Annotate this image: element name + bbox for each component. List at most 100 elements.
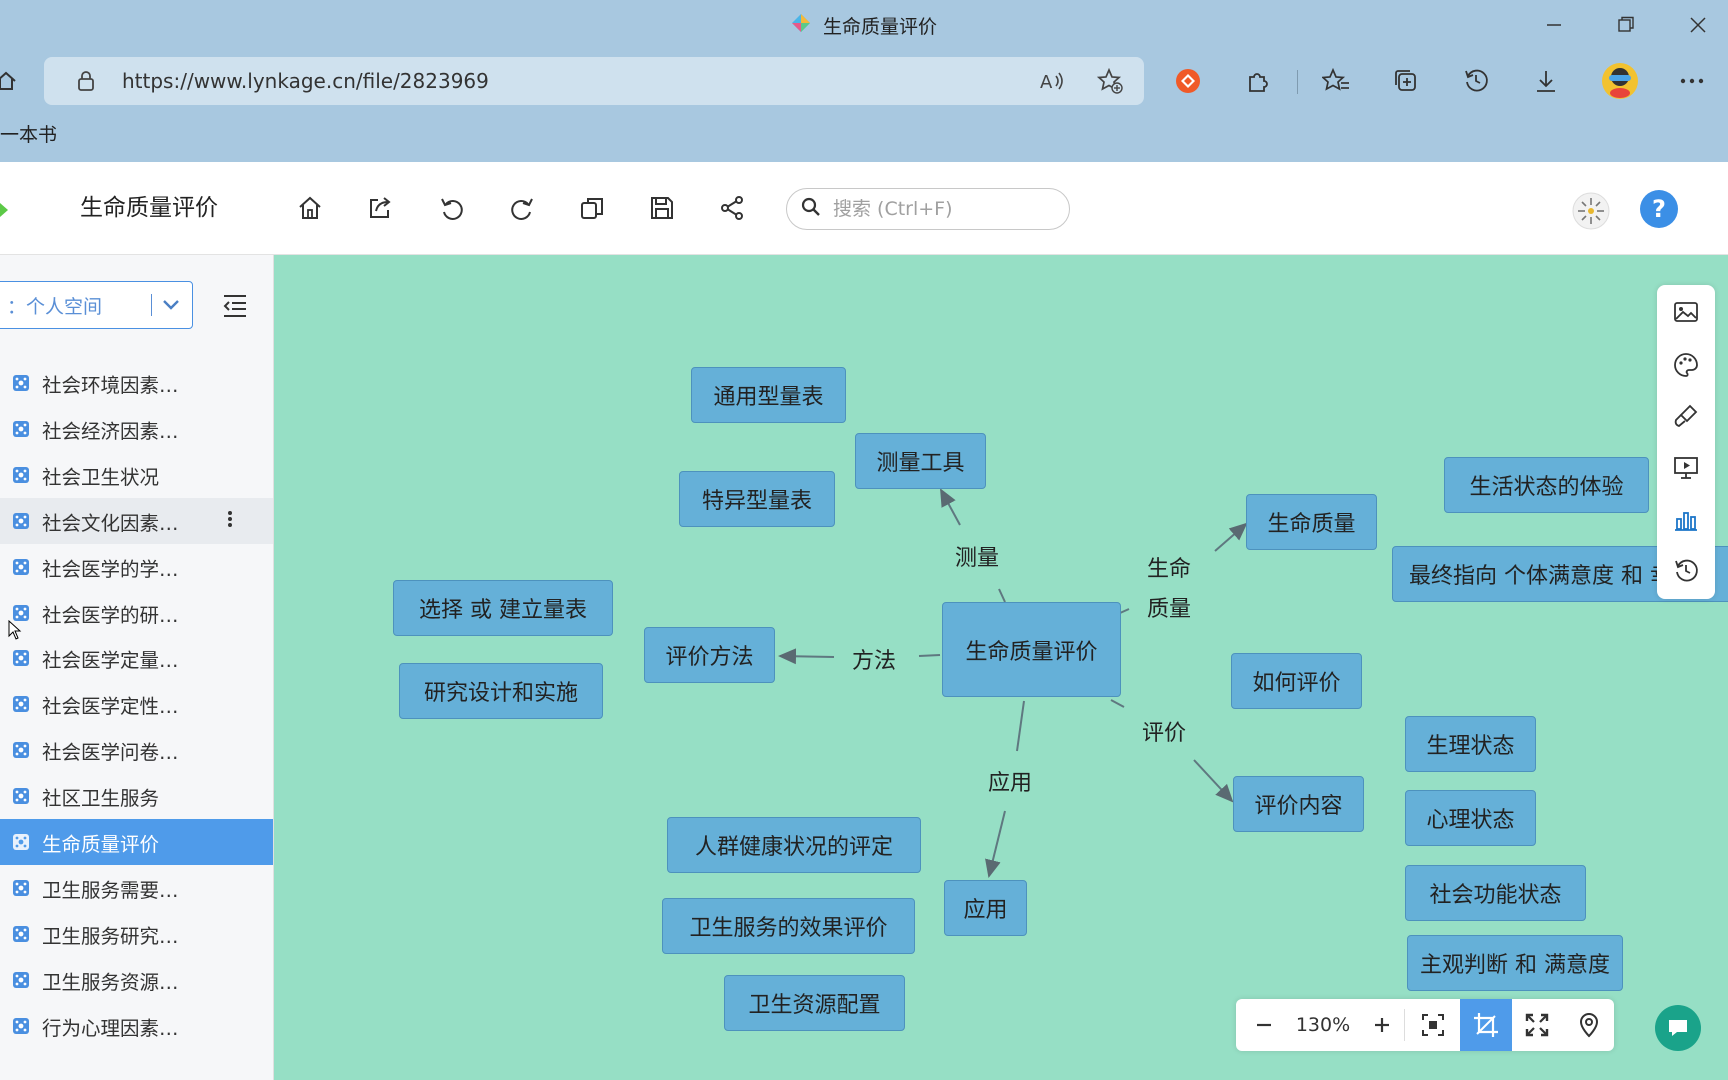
sidebar-file-item[interactable]: 社会医学的研…: [0, 590, 273, 636]
mindmap-file-icon: [12, 420, 30, 438]
zoom-in-icon[interactable]: [1362, 999, 1402, 1051]
mindmap-node[interactable]: 卫生服务的效果评价: [662, 898, 915, 954]
favorites-icon[interactable]: [1316, 61, 1356, 101]
mindmap-node[interactable]: 生理状态: [1405, 716, 1536, 772]
edge-label-pingjia[interactable]: 评价: [1142, 715, 1186, 747]
edge-label-yingyong[interactable]: 应用: [988, 765, 1032, 797]
add-favorite-icon[interactable]: [1090, 61, 1130, 101]
sidebar-file-item[interactable]: 社会医学定量…: [0, 635, 273, 681]
mindmap-node[interactable]: 社会功能状态: [1405, 865, 1586, 921]
sidebar-file-item[interactable]: 社会环境因素…: [0, 360, 273, 406]
home-icon[interactable]: [0, 61, 26, 101]
locate-icon[interactable]: [1568, 999, 1610, 1051]
sidebar-file-item[interactable]: 社会医学的学…: [0, 544, 273, 590]
share-icon[interactable]: [710, 186, 754, 230]
mindmap-file-icon: [12, 879, 30, 897]
mindmap-node[interactable]: 研究设计和实施: [399, 663, 603, 719]
edge-center-pingjia: [1110, 699, 1125, 708]
mindmap-node[interactable]: 卫生资源配置: [724, 975, 905, 1031]
favorites-bar-item[interactable]: 一本书: [0, 120, 57, 147]
more-menu-icon[interactable]: [1672, 61, 1712, 101]
lock-icon[interactable]: [66, 61, 106, 101]
zoom-out-icon[interactable]: [1244, 999, 1284, 1051]
downloads-icon[interactable]: [1526, 61, 1566, 101]
url-text[interactable]: https://www.lynkage.cn/file/2823969: [122, 57, 489, 105]
zoom-level[interactable]: 130%: [1288, 999, 1358, 1051]
app-logo-icon: [791, 13, 811, 38]
sidebar-file-item[interactable]: 生命质量评价: [0, 819, 273, 865]
mindmap-node[interactable]: 测量工具: [855, 433, 986, 489]
read-aloud-icon[interactable]: A: [1032, 61, 1072, 101]
edge-center-shengming: [1119, 608, 1130, 614]
theme-palette-icon[interactable]: [1666, 345, 1706, 385]
mindmap-node[interactable]: 生活状态的体验: [1444, 457, 1649, 513]
space-selector-label: ：个人空间: [7, 295, 103, 318]
search-box[interactable]: [786, 188, 1070, 230]
sidebar-file-label: 社会卫生状况: [42, 465, 160, 489]
mindmap-node[interactable]: 应用: [944, 880, 1027, 936]
mindmap-node[interactable]: 生命质量: [1246, 494, 1377, 550]
mindmap-center-node[interactable]: 生命质量评价: [942, 602, 1121, 697]
search-input[interactable]: [831, 197, 1055, 221]
mindmap-node[interactable]: 心理状态: [1405, 790, 1536, 846]
user-avatar[interactable]: [1572, 192, 1610, 230]
copy-format-icon[interactable]: [570, 186, 614, 230]
edge-label-fangfa[interactable]: 方法: [852, 643, 896, 675]
extension-orange-icon[interactable]: [1168, 61, 1208, 101]
image-icon[interactable]: [1666, 292, 1706, 332]
mindmap-node[interactable]: 特异型量表: [679, 471, 835, 527]
sidebar-file-label: 社区卫生服务: [42, 786, 160, 810]
mindmap-node[interactable]: 如何评价: [1231, 653, 1362, 709]
mindmap-node[interactable]: 评价内容: [1233, 776, 1364, 832]
help-icon[interactable]: ?: [1640, 190, 1678, 228]
edge-label-celiang[interactable]: 测量: [955, 540, 999, 572]
sidebar-file-item[interactable]: 卫生服务资源…: [0, 957, 273, 1003]
export-icon[interactable]: [358, 186, 402, 230]
fit-center-icon[interactable]: [1412, 999, 1454, 1051]
sidebar-file-item[interactable]: 社会卫生状况: [0, 452, 273, 498]
sidebar-file-item[interactable]: 社会经济因素…: [0, 406, 273, 452]
mindmap-node[interactable]: 主观判断 和 满意度: [1407, 935, 1623, 991]
mindmap-file-icon: [12, 925, 30, 943]
profile-avatar-icon[interactable]: [1598, 59, 1642, 103]
sidebar-file-item[interactable]: 社区卫生服务: [0, 773, 273, 819]
mindmap-node[interactable]: 人群健康状况的评定: [667, 817, 921, 873]
close-window-button[interactable]: [1668, 0, 1728, 50]
save-icon[interactable]: [640, 186, 684, 230]
sidebar-file-label: 社会医学问卷…: [42, 740, 179, 764]
sidebar-file-item[interactable]: 社会医学问卷…: [0, 727, 273, 773]
format-brush-icon[interactable]: [1666, 396, 1706, 436]
presentation-icon[interactable]: [1666, 448, 1706, 488]
undo-icon[interactable]: [430, 186, 474, 230]
sidebar-file-item[interactable]: 卫生服务需要…: [0, 865, 273, 911]
history-icon[interactable]: [1666, 551, 1706, 591]
space-selector[interactable]: ：个人空间: [0, 281, 193, 329]
sidebar-file-item[interactable]: 社会文化因素…: [0, 498, 273, 544]
restore-button[interactable]: [1596, 0, 1656, 50]
mindmap-canvas[interactable]: 生命质量评价 通用型量表 测量工具 特异型量表 生命质量 生活状态的体验 最终指…: [274, 255, 1728, 1080]
redo-icon[interactable]: [500, 186, 544, 230]
sidebar-file-item[interactable]: 社会医学定性…: [0, 681, 273, 727]
fullscreen-icon[interactable]: [1516, 999, 1558, 1051]
collections-icon[interactable]: [1386, 61, 1426, 101]
more-options-icon[interactable]: [227, 510, 233, 533]
chat-icon[interactable]: [1655, 1005, 1701, 1051]
mindmap-node[interactable]: 通用型量表: [691, 367, 846, 423]
history-icon[interactable]: [1456, 61, 1496, 101]
chart-icon[interactable]: [1666, 500, 1706, 540]
collapse-sidebar-icon[interactable]: [220, 290, 250, 320]
mindmap-node[interactable]: 选择 或 建立量表: [393, 580, 613, 636]
edge-label-shengming-zhiliang[interactable]: 生命 质量: [1147, 550, 1191, 630]
app-logo-icon[interactable]: [0, 202, 8, 221]
sidebar-file-label: 社会经济因素…: [42, 419, 179, 443]
home-icon[interactable]: [288, 186, 332, 230]
extensions-puzzle-icon[interactable]: [1238, 61, 1278, 101]
edge-celiang-gongju: [940, 488, 961, 526]
crop-view-icon[interactable]: [1460, 999, 1512, 1051]
edge-fangfa-node: [778, 648, 835, 665]
sidebar-file-item[interactable]: 卫生服务研究…: [0, 911, 273, 957]
minimize-button[interactable]: [1524, 0, 1584, 50]
mindmap-node[interactable]: 评价方法: [644, 627, 775, 683]
edge-center-yingyong: [1016, 700, 1025, 752]
sidebar-file-item[interactable]: 行为心理因素…: [0, 1003, 273, 1049]
